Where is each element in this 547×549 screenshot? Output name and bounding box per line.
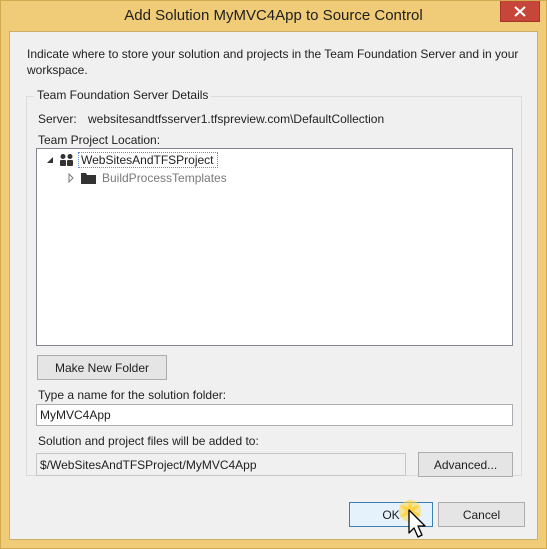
project-tree[interactable]: WebSitesAndTFSProject BuildProcessTempla… — [36, 148, 513, 346]
window-title: Add Solution MyMVC4App to Source Control — [124, 7, 423, 24]
cancel-button[interactable]: Cancel — [438, 502, 525, 527]
tree-item-child[interactable]: BuildProcessTemplates — [67, 169, 227, 187]
cancel-label: Cancel — [462, 507, 501, 522]
mouse-cursor-icon — [399, 499, 426, 538]
make-new-folder-button[interactable]: Make New Folder — [37, 355, 167, 380]
collapsed-triangle-icon[interactable] — [67, 173, 75, 183]
solution-folder-label: Type a name for the solution folder: — [38, 388, 227, 402]
close-button[interactable] — [500, 1, 540, 22]
intro-text: Indicate where to store your solution an… — [27, 47, 519, 77]
dialog-window: Add Solution MyMVC4App to Source Control… — [0, 0, 547, 549]
dialog-body: Indicate where to store your solution an… — [9, 31, 538, 540]
tree-item-root-label[interactable]: WebSitesAndTFSProject — [78, 152, 218, 168]
files-destination-field[interactable]: $/WebSitesAndTFSProject/MyMVC4App — [36, 453, 406, 476]
close-icon — [514, 5, 526, 17]
files-destination-label: Solution and project files will be added… — [38, 434, 259, 448]
group-legend: Team Foundation Server Details — [34, 88, 212, 102]
solution-folder-input[interactable]: MyMVC4App — [36, 404, 513, 426]
server-value: websitesandtfsserver1.tfspreview.com\Def… — [88, 112, 385, 126]
server-label: Server: — [38, 112, 77, 126]
folder-icon — [81, 173, 96, 184]
tree-item-root[interactable]: WebSitesAndTFSProject — [45, 151, 218, 169]
team-project-icon — [60, 154, 73, 166]
expanded-triangle-icon[interactable] — [45, 155, 55, 165]
title-bar[interactable]: Add Solution MyMVC4App to Source Control — [1, 1, 546, 31]
make-new-folder-label: Make New Folder — [54, 360, 150, 375]
advanced-label: Advanced... — [433, 457, 498, 472]
team-project-location-label: Team Project Location: — [38, 133, 161, 147]
advanced-button[interactable]: Advanced... — [418, 452, 513, 477]
tree-item-child-label[interactable]: BuildProcessTemplates — [102, 171, 227, 185]
